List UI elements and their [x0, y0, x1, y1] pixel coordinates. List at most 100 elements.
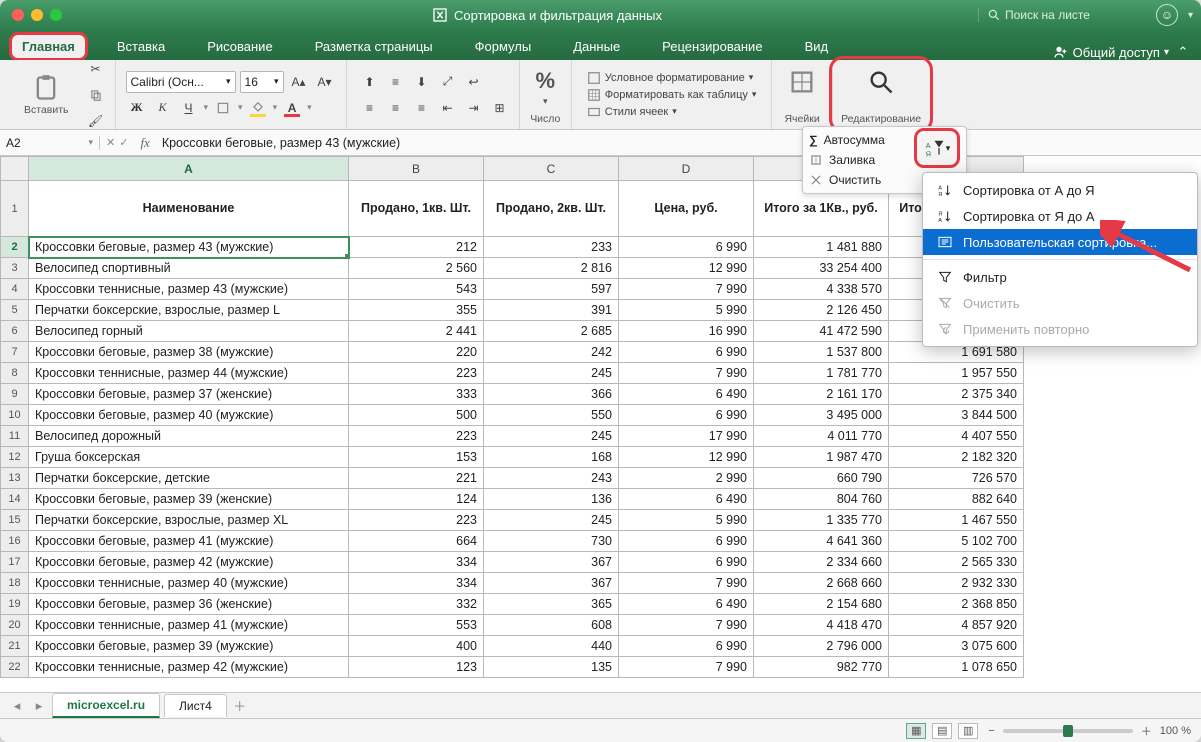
cell[interactable]: 168 — [484, 447, 619, 468]
cells-button[interactable] — [780, 64, 824, 100]
cell[interactable]: Кроссовки теннисные, размер 41 (мужские) — [29, 615, 349, 636]
cell[interactable]: 33 254 400 — [754, 258, 889, 279]
col-header-D[interactable]: D — [619, 157, 754, 181]
cell[interactable]: 730 — [484, 531, 619, 552]
cell[interactable]: 391 — [484, 300, 619, 321]
cell[interactable]: 3 844 500 — [889, 405, 1024, 426]
row-header[interactable]: 3 — [1, 258, 29, 279]
cell[interactable]: 12 990 — [619, 258, 754, 279]
cell[interactable]: Кроссовки беговые, размер 39 (мужские) — [29, 636, 349, 657]
increase-indent-icon[interactable]: ⇥ — [463, 97, 485, 119]
cell[interactable]: 7 990 — [619, 279, 754, 300]
copy-icon[interactable] — [85, 84, 107, 106]
maximize-window-icon[interactable] — [50, 9, 62, 21]
cell[interactable]: 4 857 920 — [889, 615, 1024, 636]
cell[interactable]: 4 418 470 — [754, 615, 889, 636]
menu-custom-sort[interactable]: Пользовательская сортировка... — [923, 229, 1197, 255]
cell[interactable]: Кроссовки беговые, размер 40 (мужские) — [29, 405, 349, 426]
cell[interactable]: 608 — [484, 615, 619, 636]
cell[interactable]: 334 — [349, 573, 484, 594]
cell[interactable]: 4 011 770 — [754, 426, 889, 447]
cell[interactable]: Кроссовки теннисные, размер 40 (мужские) — [29, 573, 349, 594]
row-header[interactable]: 13 — [1, 468, 29, 489]
name-box[interactable]: A2▾ — [0, 136, 100, 150]
editing-group[interactable]: Редактирование — [833, 60, 929, 129]
row-header[interactable]: 8 — [1, 363, 29, 384]
tab-data[interactable]: Данные — [561, 33, 632, 60]
decrease-indent-icon[interactable]: ⇤ — [437, 97, 459, 119]
cell-styles-button[interactable]: Стили ячеек ▾ — [587, 105, 757, 119]
row-header[interactable]: 5 — [1, 300, 29, 321]
cell[interactable]: 7 990 — [619, 657, 754, 678]
share-button[interactable]: Общий доступ ▾ — [1053, 44, 1169, 60]
caret-down-icon[interactable]: ▾ — [1188, 10, 1193, 21]
feedback-icon[interactable]: ☺ — [1156, 4, 1178, 26]
percent-format-button[interactable]: %▾ — [528, 64, 564, 111]
cell[interactable]: 1 957 550 — [889, 363, 1024, 384]
cell[interactable]: 6 990 — [619, 636, 754, 657]
cell[interactable]: 124 — [349, 489, 484, 510]
row-header[interactable]: 16 — [1, 531, 29, 552]
cell[interactable]: 2 154 680 — [754, 594, 889, 615]
cell[interactable]: 543 — [349, 279, 484, 300]
cell[interactable]: 2 932 330 — [889, 573, 1024, 594]
confirm-formula-icon[interactable]: ✓ — [119, 136, 128, 149]
cell[interactable]: 135 — [484, 657, 619, 678]
align-middle-icon[interactable]: ≡ — [385, 71, 407, 93]
align-bottom-icon[interactable]: ⬇ — [411, 71, 433, 93]
cell[interactable]: 3 495 000 — [754, 405, 889, 426]
cell[interactable]: 4 338 570 — [754, 279, 889, 300]
header-cell[interactable]: Цена, руб. — [619, 181, 754, 237]
cell[interactable]: 136 — [484, 489, 619, 510]
cell[interactable]: 2 796 000 — [754, 636, 889, 657]
row-header[interactable]: 11 — [1, 426, 29, 447]
zoom-slider[interactable] — [1003, 729, 1133, 733]
cut-icon[interactable]: ✂ — [85, 58, 107, 80]
merge-cells-icon[interactable]: ⊞ — [489, 97, 511, 119]
cell[interactable]: Велосипед дорожный — [29, 426, 349, 447]
cell[interactable]: 2 161 170 — [754, 384, 889, 405]
orientation-icon[interactable]: ⤢ — [437, 71, 459, 93]
cell[interactable]: 41 472 590 — [754, 321, 889, 342]
row-header[interactable]: 1 — [1, 181, 29, 237]
cell[interactable]: 2 990 — [619, 468, 754, 489]
cell[interactable]: 16 990 — [619, 321, 754, 342]
cell[interactable]: 2 334 660 — [754, 552, 889, 573]
cell[interactable]: 1 481 880 — [754, 237, 889, 258]
cell[interactable]: 2 368 850 — [889, 594, 1024, 615]
row-header[interactable]: 20 — [1, 615, 29, 636]
cell[interactable]: 223 — [349, 510, 484, 531]
view-page-break-icon[interactable]: ▥ — [958, 723, 978, 739]
cell[interactable]: 6 990 — [619, 552, 754, 573]
cell[interactable]: 3 075 600 — [889, 636, 1024, 657]
cell[interactable]: 220 — [349, 342, 484, 363]
cell[interactable]: 7 990 — [619, 615, 754, 636]
cell[interactable]: 1 781 770 — [754, 363, 889, 384]
row-header[interactable]: 4 — [1, 279, 29, 300]
cell[interactable]: 1 467 550 — [889, 510, 1024, 531]
cell[interactable]: 2 565 330 — [889, 552, 1024, 573]
cell[interactable]: 882 640 — [889, 489, 1024, 510]
font-color-icon[interactable]: A — [281, 97, 303, 119]
cell[interactable]: 597 — [484, 279, 619, 300]
cell[interactable]: 334 — [349, 552, 484, 573]
increase-font-icon[interactable]: A▴ — [288, 71, 310, 93]
cell[interactable]: Кроссовки беговые, размер 41 (мужские) — [29, 531, 349, 552]
cell[interactable]: Кроссовки беговые, размер 37 (женские) — [29, 384, 349, 405]
cell[interactable]: Кроссовки беговые, размер 39 (женские) — [29, 489, 349, 510]
tab-page-layout[interactable]: Разметка страницы — [303, 33, 445, 60]
cell[interactable]: 664 — [349, 531, 484, 552]
cell[interactable]: 2 375 340 — [889, 384, 1024, 405]
cell[interactable]: 212 — [349, 237, 484, 258]
sheet-tab-active[interactable]: microexcel.ru — [52, 693, 160, 718]
row-header[interactable]: 2 — [1, 237, 29, 258]
row-header[interactable]: 12 — [1, 447, 29, 468]
underline-icon[interactable]: Ч — [178, 97, 200, 119]
menu-filter[interactable]: Фильтр — [923, 264, 1197, 290]
col-header-C[interactable]: C — [484, 157, 619, 181]
cell[interactable]: 221 — [349, 468, 484, 489]
cell[interactable]: 982 770 — [754, 657, 889, 678]
cell[interactable]: 243 — [484, 468, 619, 489]
sort-filter-button[interactable]: АЯ ▾ — [914, 128, 960, 168]
formula-input[interactable]: Кроссовки беговые, размер 43 (мужские) — [156, 136, 1201, 150]
